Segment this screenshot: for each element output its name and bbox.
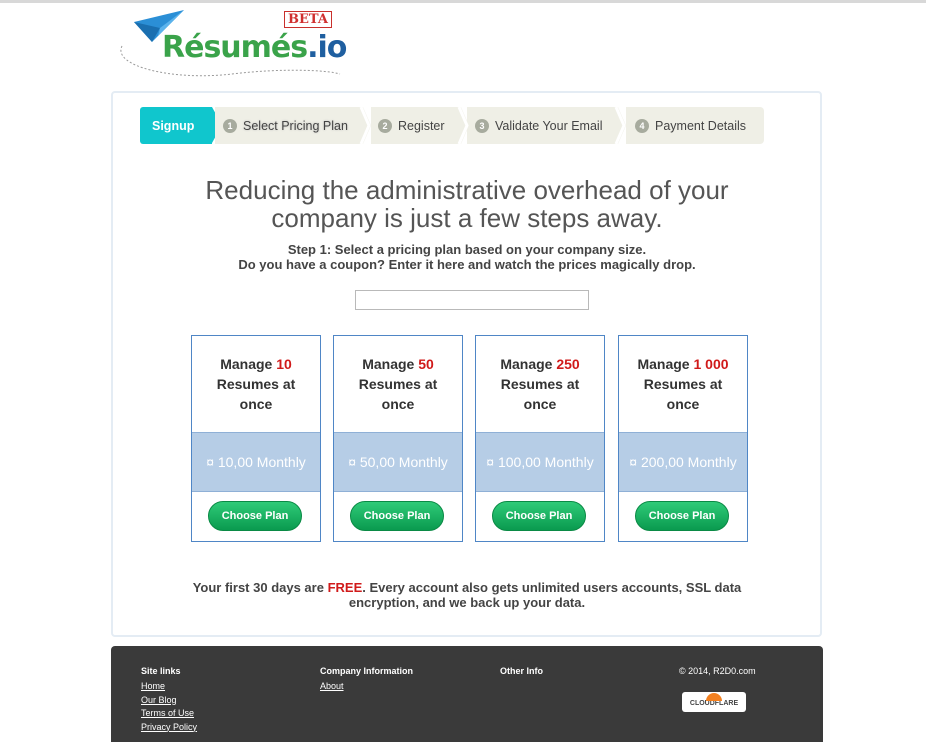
footer-link-home[interactable]: Home bbox=[141, 680, 197, 694]
step-select-pricing-plan: 1 Select Pricing Plan bbox=[215, 107, 363, 144]
choose-plan-button[interactable]: Choose Plan bbox=[350, 501, 444, 531]
cloud-icon bbox=[706, 693, 722, 701]
page: Résumés.io BETA Signup 1 Select Pricing … bbox=[0, 0, 926, 742]
step-label: Select Pricing Plan bbox=[243, 118, 348, 133]
step-label: Register bbox=[398, 118, 445, 133]
cloudflare-label: CLOUDFLARE bbox=[689, 700, 739, 707]
step-instructions: Step 1: Select a pricing plan based on y… bbox=[238, 242, 696, 272]
step-number: 1 bbox=[223, 118, 237, 133]
browser-top-border bbox=[0, 0, 926, 3]
plan-price: ¤ 50,00 Monthly bbox=[334, 432, 462, 492]
choose-plan-button[interactable]: Choose Plan bbox=[208, 501, 302, 531]
pricing-plan-card: Manage 1 000 Resumes at once ¤ 200,00 Mo… bbox=[618, 335, 748, 542]
plan-title: Manage 10 Resumes at once bbox=[216, 356, 296, 412]
plan-title: Manage 1 000 Resumes at once bbox=[637, 356, 729, 412]
step-signup: Signup bbox=[140, 107, 222, 144]
plan-price: ¤ 200,00 Monthly bbox=[619, 432, 747, 492]
pricing-plan-card: Manage 10 Resumes at once ¤ 10,00 Monthl… bbox=[191, 335, 321, 542]
step-separator-icon bbox=[455, 107, 469, 144]
logo-wordmark: Résumés.io bbox=[162, 30, 347, 65]
step-number: 2 bbox=[378, 118, 392, 133]
plan-price: ¤ 10,00 Monthly bbox=[192, 432, 320, 492]
step-number: 3 bbox=[475, 118, 489, 133]
choose-plan-button[interactable]: Choose Plan bbox=[492, 501, 586, 531]
step-label: Signup bbox=[152, 118, 195, 133]
footer-link-about[interactable]: About bbox=[320, 680, 413, 694]
step-number: 4 bbox=[635, 118, 649, 133]
step-payment-details: 4 Payment Details bbox=[626, 107, 764, 144]
step-separator-icon bbox=[357, 107, 371, 144]
footer-site-links: Site links Home Our Blog Terms of Use Pr… bbox=[141, 666, 197, 734]
site-logo[interactable]: Résumés.io BETA bbox=[112, 6, 347, 78]
coupon-input[interactable] bbox=[355, 290, 589, 310]
signup-steps: Signup 1 Select Pricing Plan 2 Register … bbox=[140, 107, 764, 144]
footer-heading: Other Info bbox=[500, 666, 543, 676]
plan-price: ¤ 100,00 Monthly bbox=[476, 432, 604, 492]
footer-heading: Company Information bbox=[320, 666, 414, 676]
step-separator-icon bbox=[612, 107, 626, 144]
footer-link-privacy[interactable]: Privacy Policy bbox=[141, 721, 197, 735]
footer-heading: Site links bbox=[141, 666, 181, 676]
plan-title: Manage 50 Resumes at once bbox=[358, 356, 438, 412]
step-register: 2 Register bbox=[371, 107, 461, 144]
plan-title: Manage 250 Resumes at once bbox=[500, 356, 580, 412]
footer-link-blog[interactable]: Our Blog bbox=[141, 694, 197, 708]
choose-plan-button[interactable]: Choose Plan bbox=[635, 501, 729, 531]
step-label: Payment Details bbox=[655, 118, 747, 133]
footer-other-info: Other Info bbox=[500, 666, 543, 680]
pricing-plan-card: Manage 250 Resumes at once ¤ 100,00 Mont… bbox=[475, 335, 605, 542]
beta-badge: BETA bbox=[284, 11, 332, 28]
pricing-plan-card: Manage 50 Resumes at once ¤ 50,00 Monthl… bbox=[333, 335, 463, 542]
site-footer: Site links Home Our Blog Terms of Use Pr… bbox=[111, 646, 823, 742]
footer-company-info: Company Information About bbox=[320, 666, 413, 694]
footer-link-terms[interactable]: Terms of Use bbox=[141, 707, 197, 721]
step-label: Validate Your Email bbox=[495, 118, 603, 133]
step-validate-email: 3 Validate Your Email bbox=[467, 107, 618, 144]
footer-copyright: © 2014, R2D0.com bbox=[679, 666, 756, 680]
free-trial-note: Your first 30 days are FREE. Every accou… bbox=[192, 580, 742, 610]
copyright-text: © 2014, R2D0.com bbox=[679, 666, 756, 676]
cloudflare-badge[interactable]: CLOUDFLARE bbox=[682, 692, 746, 712]
page-headline: Reducing the administrative overhead of … bbox=[205, 175, 729, 233]
